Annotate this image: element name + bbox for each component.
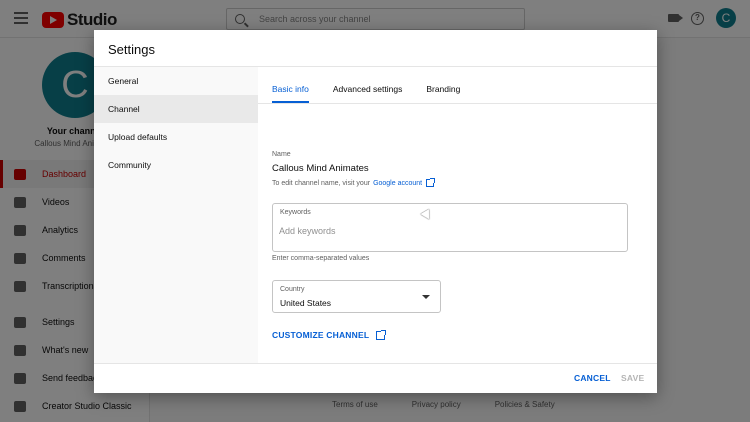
country-label: Country	[280, 286, 305, 293]
mouse-pointer-icon	[420, 209, 434, 222]
settings-dialog: Settings General Channel Upload defaults…	[94, 30, 657, 393]
settings-nav-community[interactable]: Community	[94, 151, 258, 179]
channel-tabs: Basic info Advanced settings Branding	[272, 67, 484, 103]
google-account-link[interactable]: Google account	[373, 180, 422, 187]
settings-content: Basic info Advanced settings Branding Na…	[258, 67, 657, 363]
settings-nav-channel[interactable]: Channel	[94, 95, 258, 123]
country-value: United States	[280, 298, 332, 308]
settings-nav-general[interactable]: General	[94, 67, 258, 95]
dialog-title: Settings	[108, 42, 155, 57]
keywords-label: Keywords	[280, 209, 311, 216]
edit-hint-text: To edit channel name, visit your	[272, 179, 371, 187]
keywords-input[interactable]	[279, 226, 579, 236]
cancel-button[interactable]: CANCEL	[574, 373, 611, 383]
keywords-field[interactable]: Keywords	[272, 203, 628, 252]
external-link-icon	[376, 329, 387, 340]
save-button[interactable]: SAVE	[621, 373, 644, 383]
tab-basic-info[interactable]: Basic info	[272, 67, 309, 103]
channel-name-value: Callous Mind Animates	[272, 163, 369, 174]
settings-side-nav: General Channel Upload defaults Communit…	[94, 67, 258, 363]
customize-channel-link[interactable]: CUSTOMIZE CHANNEL	[272, 329, 387, 340]
settings-nav-upload-defaults[interactable]: Upload defaults	[94, 123, 258, 151]
dropdown-arrow-icon	[422, 295, 430, 299]
customize-channel-label: CUSTOMIZE CHANNEL	[272, 330, 370, 340]
country-select[interactable]: Country United States	[272, 280, 441, 313]
divider	[258, 103, 657, 104]
edit-name-hint: To edit channel name, visit your Google …	[272, 178, 436, 187]
divider	[94, 363, 657, 364]
tab-branding[interactable]: Branding	[426, 67, 460, 103]
tab-advanced-settings[interactable]: Advanced settings	[333, 67, 402, 103]
name-label: Name	[272, 151, 291, 158]
keywords-helper-text: Enter comma-separated values	[272, 255, 370, 262]
external-link-icon[interactable]	[426, 178, 436, 187]
